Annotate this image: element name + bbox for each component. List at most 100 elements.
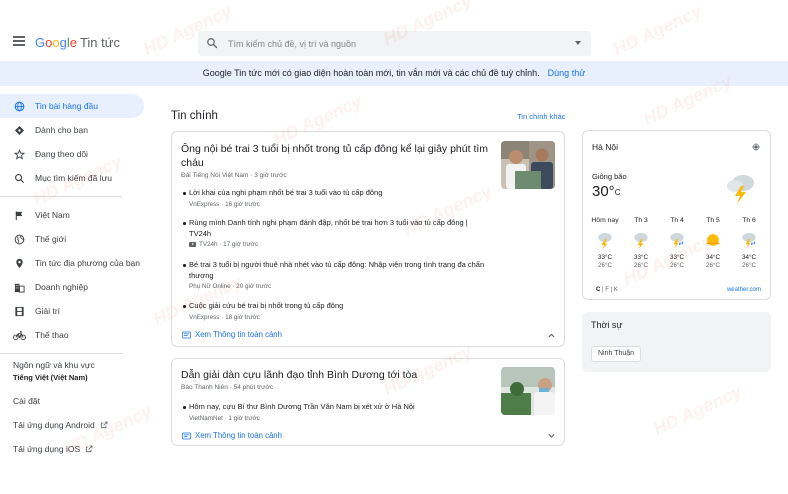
video-icon bbox=[189, 242, 196, 247]
weather-forecast: Hôm nay 33°C 26°C Th 3 33°C 26°C Th 4 33… bbox=[588, 217, 766, 269]
divider bbox=[0, 196, 122, 197]
forecast-day-label: Th 3 bbox=[634, 217, 648, 224]
unit-celsius[interactable]: C bbox=[596, 287, 600, 293]
story-source[interactable]: Đài Tiếng Nói Việt Nam bbox=[181, 172, 248, 179]
weather-location[interactable]: Hà Nội bbox=[592, 142, 618, 152]
forecast-high: 34°C bbox=[705, 254, 721, 261]
section-title: Tin chính bbox=[171, 110, 218, 122]
story-thumbnail[interactable] bbox=[501, 141, 555, 189]
search-input[interactable] bbox=[228, 31, 558, 56]
google-news-logo[interactable]: Google Tin tức bbox=[35, 35, 120, 50]
search-options-chevron-down-icon[interactable] bbox=[575, 41, 581, 45]
sidebar-item-for-you[interactable]: Dành cho bạn bbox=[0, 118, 150, 142]
forecast-low: 26°C bbox=[669, 262, 685, 269]
bike-icon bbox=[13, 329, 26, 342]
rain-storm-icon bbox=[670, 232, 684, 249]
forecast-high: 33°C bbox=[669, 254, 685, 261]
related-story-source[interactable]: VnExpress bbox=[189, 314, 219, 321]
unit-fahrenheit[interactable]: F bbox=[605, 287, 609, 293]
more-headlines-link[interactable]: Tin chính khác bbox=[517, 112, 566, 121]
full-coverage-link[interactable]: Xem Thông tin toàn cảnh bbox=[182, 330, 282, 339]
chevron-up-icon[interactable] bbox=[547, 331, 556, 340]
storm-icon bbox=[598, 232, 612, 250]
forecast-day[interactable]: Th 5 34°C 26°C bbox=[696, 217, 730, 269]
sidebar-item-saved-searches[interactable]: Mục tìm kiếm đã lưu bbox=[0, 166, 150, 190]
weather-temperature: 30°C bbox=[592, 183, 620, 200]
my-location-icon[interactable] bbox=[752, 143, 760, 151]
current-temp: 30° bbox=[592, 183, 615, 200]
related-story-title[interactable]: Rùng mình Danh tính nghi phạm đánh đập, … bbox=[183, 218, 489, 239]
banner-text: Google Tin tức mới có giao diện hoàn toà… bbox=[202, 68, 540, 78]
forecast-day-label: Th 5 bbox=[706, 217, 720, 224]
search-bar[interactable] bbox=[198, 31, 591, 56]
forecast-day-label: Hôm nay bbox=[591, 217, 619, 224]
forecast-day-label: Th 6 bbox=[742, 217, 756, 224]
android-app-link[interactable]: Tải ứng dụng Android bbox=[0, 420, 150, 430]
forecast-low: 26°C bbox=[597, 262, 613, 269]
rain-storm-icon bbox=[742, 232, 756, 249]
related-story-title[interactable]: Lời khai của nghi phạm nhốt bé trai 3 tu… bbox=[183, 188, 489, 199]
full-coverage-link[interactable]: Xem Thông tin toàn cảnh bbox=[182, 431, 282, 440]
related-story-source[interactable]: Phụ Nữ Online bbox=[189, 283, 231, 290]
story-headline[interactable]: Ông nội bé trai 3 tuổi bị nhốt trong tủ … bbox=[181, 142, 491, 170]
language-region-link[interactable]: Ngôn ngữ và khu vực bbox=[0, 360, 150, 370]
related-story-source[interactable]: TV24h bbox=[199, 241, 218, 248]
related-story-time: 16 giờ trước bbox=[225, 200, 260, 208]
sidebar-item-entertainment[interactable]: Giải trí bbox=[0, 299, 150, 323]
sidebar-item-following[interactable]: Đang theo dõi bbox=[0, 142, 150, 166]
language-region-value: Tiếng Việt (Việt Nam) bbox=[13, 373, 88, 382]
related-story: Lời khai của nghi phạm nhốt bé trai 3 tu… bbox=[183, 188, 489, 208]
related-story-meta: Phụ Nữ Online · 20 giờ trước bbox=[189, 283, 272, 290]
forecast-day-label: Th 4 bbox=[670, 217, 684, 224]
topic-chip[interactable]: Ninh Thuận bbox=[591, 346, 642, 362]
sidebar-item-local-news[interactable]: Tin tức địa phương của bạn bbox=[0, 251, 150, 275]
story-source[interactable]: Báo Thanh Niên bbox=[181, 384, 228, 391]
related-story-title[interactable]: Bé trai 3 tuổi bị người thuê nhà nhét và… bbox=[183, 260, 489, 281]
diamond-icon bbox=[13, 124, 26, 137]
try-it-link[interactable]: Dùng thử bbox=[548, 68, 586, 78]
related-story-title[interactable]: Hôm nay, cựu Bí thư Bình Dương Trần Văn … bbox=[183, 402, 489, 413]
forecast-day[interactable]: Th 4 33°C 26°C bbox=[660, 217, 694, 269]
chevron-down-icon[interactable] bbox=[547, 431, 556, 440]
search-icon[interactable] bbox=[206, 37, 218, 49]
storm-icon bbox=[634, 232, 648, 250]
sidebar-item-label: Tin tức địa phương của bạn bbox=[35, 258, 141, 268]
sidebar-item-vietnam[interactable]: Việt Nam bbox=[0, 203, 150, 227]
sidebar-item-label: Mục tìm kiếm đã lưu bbox=[35, 173, 113, 183]
unit-kelvin[interactable]: K bbox=[614, 287, 618, 293]
sidebar-item-sports[interactable]: Thể thao bbox=[0, 323, 150, 347]
forecast-day[interactable]: Hôm nay 33°C 26°C bbox=[588, 217, 622, 269]
sidebar-item-label: Doanh nghiệp bbox=[35, 282, 88, 292]
sidebar-item-business[interactable]: Doanh nghiệp bbox=[0, 275, 150, 299]
sidebar-item-top-stories[interactable]: Tin bài hàng đầu bbox=[0, 94, 144, 118]
forecast-day[interactable]: Th 6 34°C 26°C bbox=[732, 217, 766, 269]
external-link-icon bbox=[100, 421, 108, 429]
settings-link[interactable]: Cài đặt bbox=[0, 396, 150, 406]
forecast-low: 26°C bbox=[705, 262, 721, 269]
forecast-high: 33°C bbox=[597, 254, 613, 261]
related-story: Hôm nay, cựu Bí thư Bình Dương Trần Văn … bbox=[183, 402, 489, 422]
ios-app-link[interactable]: Tải ứng dụng iOS bbox=[0, 444, 150, 454]
story-headline[interactable]: Dẫn giải dàn cựu lãnh đạo tỉnh Bình Dươn… bbox=[181, 368, 491, 382]
android-app-label: Tải ứng dụng Android bbox=[13, 420, 95, 430]
related-story: Bé trai 3 tuổi bị người thuê nhà nhét và… bbox=[183, 260, 489, 290]
forecast-high: 33°C bbox=[633, 254, 649, 261]
weather-source-link[interactable]: weather.com bbox=[727, 287, 761, 293]
star-icon bbox=[13, 148, 26, 161]
full-coverage-icon bbox=[182, 432, 191, 439]
related-story-source[interactable]: VietNamNet bbox=[189, 415, 223, 422]
main-menu-button[interactable] bbox=[13, 36, 25, 46]
forecast-day[interactable]: Th 3 33°C 26°C bbox=[624, 217, 658, 269]
related-story-title[interactable]: Cuộc giải cứu bé trai bị nhốt trong tủ c… bbox=[183, 301, 489, 312]
temperature-units: C | F | K bbox=[596, 287, 618, 293]
watermark: HD Agency bbox=[650, 380, 745, 440]
related-story-time: 1 giờ trước bbox=[228, 414, 260, 422]
related-story-source[interactable]: VnExpress bbox=[189, 201, 219, 208]
story-time: 3 giờ trước bbox=[254, 172, 287, 179]
story-meta: Đài Tiếng Nói Việt Nam · 3 giờ trước bbox=[181, 172, 287, 179]
story-thumbnail[interactable] bbox=[501, 367, 555, 415]
location-icon bbox=[13, 257, 26, 270]
story-card: Dẫn giải dàn cựu lãnh đạo tỉnh Bình Dươn… bbox=[171, 358, 565, 446]
related-story-meta: VnExpress · 16 giờ trước bbox=[189, 200, 260, 208]
sidebar-item-world[interactable]: Thế giới bbox=[0, 227, 150, 251]
